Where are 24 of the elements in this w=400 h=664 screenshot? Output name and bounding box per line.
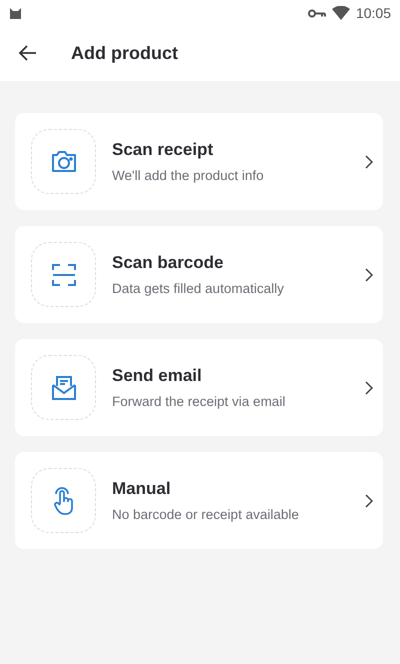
- cat-icon: [9, 6, 22, 20]
- option-card[interactable]: Manual No barcode or receipt available: [15, 452, 383, 549]
- option-card[interactable]: Scan barcode Data gets filled automatically: [15, 226, 383, 323]
- option-card[interactable]: Send email Forward the receipt via email: [15, 339, 383, 436]
- option-card[interactable]: Scan receipt We'll add the product info: [15, 113, 383, 210]
- key-icon: [308, 8, 326, 18]
- scan-frame-icon: [50, 262, 76, 288]
- wifi-icon: [332, 6, 350, 20]
- option-title: Manual: [112, 479, 172, 499]
- chevron-icon: [365, 154, 373, 168]
- option-subtitle: Data gets filled automatically: [112, 281, 285, 296]
- camera-icon: [50, 148, 78, 174]
- chevron-icon: [365, 268, 373, 282]
- envelope-icon: [50, 374, 76, 400]
- chevron-icon: [365, 380, 373, 394]
- option-title: Scan barcode: [112, 253, 224, 273]
- option-subtitle: Forward the receipt via email: [112, 394, 286, 409]
- option-title: Send email: [112, 366, 203, 386]
- chevron-icon: [365, 494, 373, 508]
- option-subtitle: No barcode or receipt available: [112, 507, 300, 522]
- status-time: 10:05: [356, 5, 391, 21]
- option-subtitle: We'll add the product info: [112, 168, 265, 183]
- page-title: Add product: [71, 42, 178, 64]
- option-title: Scan receipt: [112, 140, 214, 160]
